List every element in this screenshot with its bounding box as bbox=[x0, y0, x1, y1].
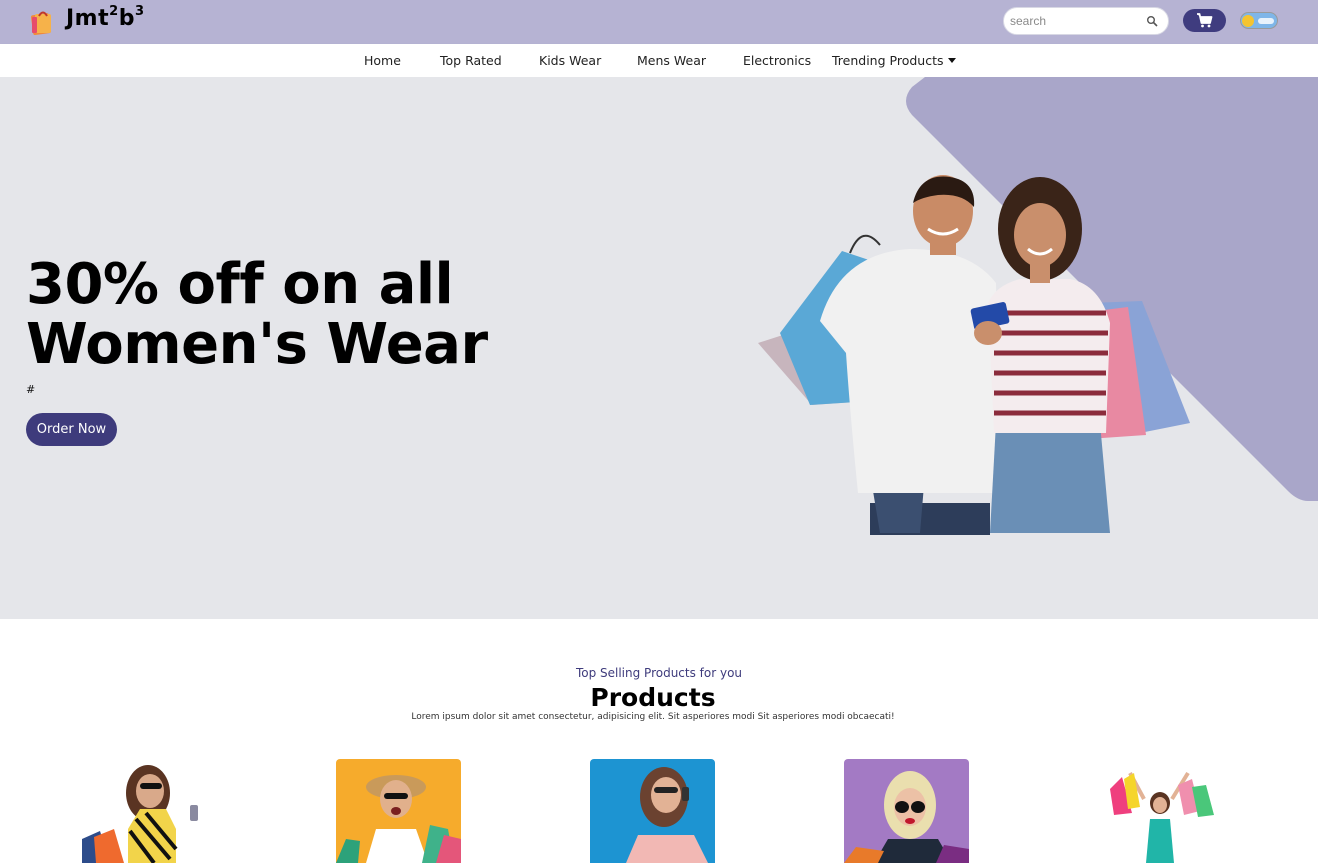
cart-button[interactable] bbox=[1183, 9, 1226, 32]
hero-title-line-2: Women's Wear bbox=[26, 312, 488, 377]
products-kicker: Top Selling Products for you bbox=[575, 666, 743, 680]
sun-icon bbox=[1242, 15, 1254, 27]
order-now-button[interactable]: Order Now bbox=[26, 413, 117, 446]
product-image bbox=[82, 765, 198, 863]
products-title: Products bbox=[590, 683, 716, 712]
nav-item-mens-wear[interactable]: Mens Wear bbox=[637, 53, 706, 68]
brand-logo-text[interactable]: Jmt2b3 bbox=[66, 4, 144, 31]
theme-toggle[interactable] bbox=[1240, 12, 1278, 29]
products-description: Lorem ipsum dolor sit amet consectetur, … bbox=[411, 712, 895, 722]
product-card[interactable] bbox=[1100, 759, 1225, 863]
trending-products-label: Trending Products bbox=[832, 53, 944, 68]
cart-icon bbox=[1197, 13, 1213, 28]
main-nav: Home Top Rated Kids Wear Mens Wear Elect… bbox=[0, 44, 1318, 77]
product-image bbox=[844, 771, 969, 863]
cloud-icon bbox=[1258, 18, 1274, 24]
product-card[interactable] bbox=[590, 759, 715, 863]
brand-sup-2: 3 bbox=[134, 4, 145, 19]
brand-mid: b bbox=[118, 6, 135, 31]
top-bar: Jmt2b3 bbox=[0, 0, 1318, 44]
search-input[interactable] bbox=[1010, 12, 1140, 30]
product-card[interactable] bbox=[80, 759, 205, 863]
brand-name: Jmt bbox=[66, 6, 110, 31]
product-card[interactable] bbox=[336, 759, 461, 863]
shopping-bag-logo-icon[interactable] bbox=[30, 8, 54, 36]
hero-banner: 30% off on all Women's Wear # Order Now bbox=[0, 77, 1318, 619]
hero-title-line-1: 30% off on all bbox=[26, 252, 454, 317]
nav-item-home[interactable]: Home bbox=[364, 53, 401, 68]
brand-sup-1: 2 bbox=[109, 4, 119, 19]
product-image bbox=[626, 767, 708, 863]
product-image bbox=[1110, 771, 1214, 863]
hero-subtitle: # bbox=[26, 383, 36, 396]
caret-down-icon bbox=[947, 58, 956, 63]
nav-item-trending-products[interactable]: Trending Products bbox=[832, 53, 956, 68]
search-icon[interactable] bbox=[1146, 15, 1158, 27]
nav-item-kids-wear[interactable]: Kids Wear bbox=[539, 53, 601, 68]
search-box bbox=[1003, 7, 1169, 35]
hero-couple-image bbox=[758, 175, 1190, 535]
nav-item-top-rated[interactable]: Top Rated bbox=[440, 53, 502, 68]
nav-item-electronics[interactable]: Electronics bbox=[743, 53, 811, 68]
product-card[interactable] bbox=[844, 759, 969, 863]
product-image bbox=[336, 775, 461, 863]
hero-title: 30% off on all Women's Wear bbox=[26, 255, 626, 375]
